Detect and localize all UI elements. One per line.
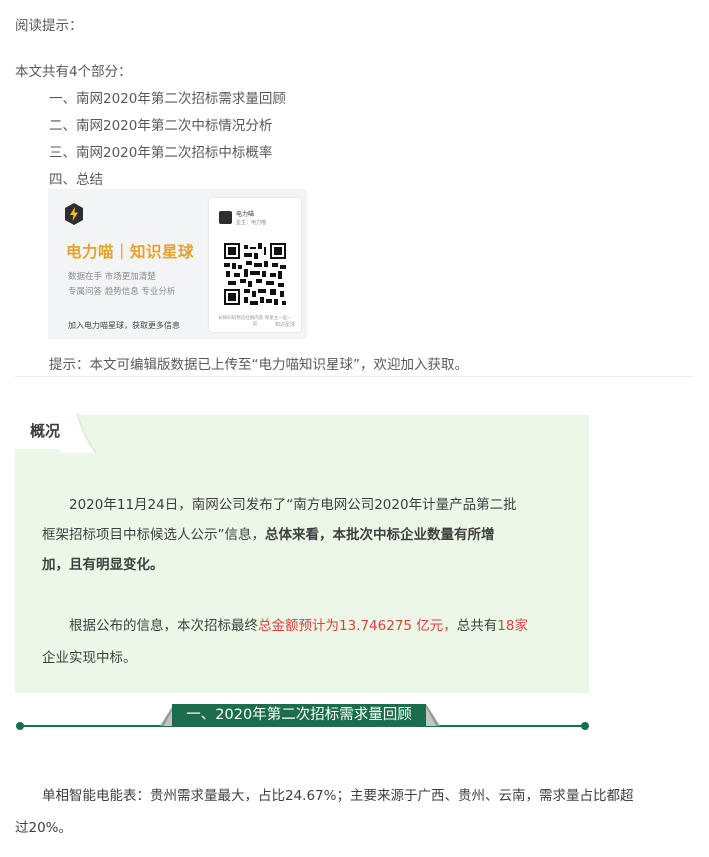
promo-banner[interactable]: 电力喵｜知识星球 数据在手 市场更加清楚 专属问答 趋势信息 专业分析 加入电力… xyxy=(48,189,307,339)
section-divider-dot-left xyxy=(16,722,24,730)
banner-join-text: 加入电力喵星球，获取更多信息 xyxy=(68,321,180,330)
avatar xyxy=(219,211,232,224)
section-wing-right xyxy=(426,704,440,726)
banner-brand: 电力喵｜知识星球 xyxy=(66,243,195,261)
qr-card: 电力喵 星主：电力喵 长按扫码预览社群内容 和星主一起一起 知识星球 xyxy=(209,198,301,332)
overview-p2-a: 根据公布的信息，本次招标最终 xyxy=(69,618,258,634)
overview-p1-line2a: 框架招标项目中标候选人公示”信息， xyxy=(42,527,265,543)
outline-item-3: 三、南网2020年第二次招标中标概率 xyxy=(49,145,273,161)
banner-tagline-1: 数据在手 市场更加清楚 xyxy=(68,272,156,282)
outline-item-4: 四、总结 xyxy=(49,172,103,188)
card-name: 电力喵 xyxy=(236,211,255,218)
body-line-1: 单相智能电能表：贵州需求量最大，占比24.67%；主要来源于广西、贵州、云南，需… xyxy=(42,788,634,804)
upload-note: 提示：本文可编辑版数据已上传至“电力喵知识星球”，欢迎加入获取。 xyxy=(49,357,468,373)
section-divider-dot-right xyxy=(581,722,589,730)
qr-code-icon xyxy=(224,243,286,305)
card-owner: 星主：电力喵 xyxy=(236,220,267,226)
overview-p2-line2: 企业实现中标。 xyxy=(42,650,137,666)
section-1-title: 一、2020年第二次招标需求量回顾 xyxy=(172,704,426,727)
total-amount: 总金额预计为13.746275 亿元， xyxy=(258,618,457,634)
outline-intro: 本文共有4个部分： xyxy=(15,64,132,80)
overview-p1-line2: 框架招标项目中标候选人公示”信息，总体来看，本批次中标企业数量有所增 xyxy=(42,523,495,543)
banner-tagline-2: 专属问答 趋势信息 专业分析 xyxy=(68,287,176,297)
overview-p2-c: 总共有 xyxy=(456,618,498,634)
outline-item-1: 一、南网2020年第二次招标需求量回顾 xyxy=(49,91,286,107)
overview-p2-line1: 根据公布的信息，本次招标最终总金额预计为13.746275 亿元，总共有18家 xyxy=(69,614,528,634)
winner-count: 18家 xyxy=(497,618,528,634)
outline-item-2: 二、南网2020年第二次中标情况分析 xyxy=(49,118,273,134)
overview-p1-line2b: 总体来看，本批次中标企业数量有所增 xyxy=(265,527,495,543)
divider xyxy=(15,376,693,377)
reading-tip: 阅读提示： xyxy=(15,18,83,34)
lightning-bolt-icon xyxy=(65,203,83,225)
body-line-2: 过20%。 xyxy=(15,820,73,836)
overview-p1-line3: 加，且有明显变化。 xyxy=(42,557,164,573)
tab-corner-decoration xyxy=(60,413,96,453)
card-mark: 知识星球 xyxy=(274,322,295,328)
overview-title: 概况 xyxy=(30,422,61,440)
overview-p1-line1: 2020年11月24日，南网公司发布了“南方电网公司2020年计量产品第二批 xyxy=(69,497,517,513)
